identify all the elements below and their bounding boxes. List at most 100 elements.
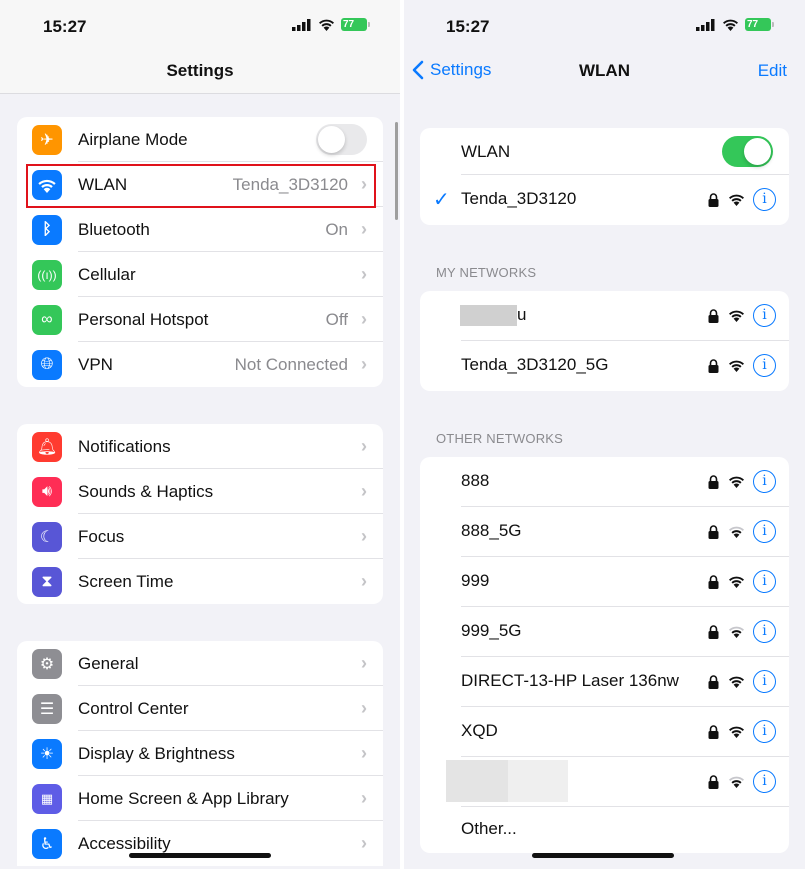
wlan-toggle-group: WLAN ✓ Tenda_3D3120 i	[420, 128, 789, 225]
settings-row-vpn[interactable]: 🌐︎ VPN Not Connected ›	[17, 342, 383, 387]
chevron-right-icon: ›	[361, 571, 367, 591]
app-grid-icon: ▦	[32, 784, 62, 814]
network-row[interactable]: u i	[420, 291, 789, 341]
lock-icon	[708, 675, 719, 694]
lock-icon	[708, 775, 719, 794]
status-icons: 77	[292, 18, 370, 31]
wlan-panel: 15:27 77 Settings WLAN Edit WLAN ✓ Tenda…	[404, 0, 805, 869]
settings-row-sounds-haptics[interactable]: 🔊︎ Sounds & Haptics ›	[17, 469, 383, 514]
row-value: Not Connected	[234, 354, 348, 374]
bell-icon: 🔔︎	[32, 432, 62, 462]
scrollbar[interactable]	[395, 122, 398, 220]
my-networks-group: u i Tenda_3D3120_5G i	[420, 291, 789, 391]
chevron-right-icon: ›	[361, 833, 367, 853]
other-network-row[interactable]: Other...	[420, 807, 789, 853]
speaker-icon: 🔊︎	[32, 477, 62, 507]
wifi-signal-icon	[728, 309, 745, 327]
settings-row-focus[interactable]: ☾ Focus ›	[17, 514, 383, 559]
sun-icon: ☀	[32, 739, 62, 769]
airplane-mode-toggle[interactable]	[316, 124, 367, 155]
battery-icon: 77	[341, 18, 370, 31]
settings-row-general[interactable]: ⚙ General ›	[17, 641, 383, 686]
row-label: Airplane Mode	[78, 129, 188, 149]
edit-button[interactable]: Edit	[758, 61, 787, 81]
settings-panel: 15:27 77 Settings ✈ Airplane Mode WLAN T…	[0, 0, 400, 869]
my-networks-header: MY NETWORKS	[436, 265, 537, 280]
wifi-signal-icon	[728, 475, 745, 493]
connected-network-row[interactable]: ✓ Tenda_3D3120 i	[420, 175, 789, 225]
wlan-toggle-row: WLAN	[420, 128, 789, 175]
status-icons: 77	[696, 18, 774, 31]
battery-icon: 77	[745, 18, 774, 31]
wifi-signal-icon	[728, 775, 745, 793]
info-button[interactable]: i	[753, 470, 776, 493]
wifi-status-icon	[723, 19, 738, 31]
row-label: Control Center	[78, 698, 189, 718]
wlan-toggle[interactable]	[722, 136, 773, 167]
settings-row-display-brightness[interactable]: ☀ Display & Brightness ›	[17, 731, 383, 776]
info-button[interactable]: i	[753, 188, 776, 211]
redacted-block	[446, 760, 508, 802]
settings-row-home-screen[interactable]: ▦ Home Screen & App Library ›	[17, 776, 383, 821]
info-button[interactable]: i	[753, 304, 776, 327]
network-name: XQD	[461, 721, 498, 740]
info-button[interactable]: i	[753, 570, 776, 593]
row-label: Bluetooth	[78, 219, 150, 239]
wifi-signal-icon	[728, 575, 745, 593]
network-row[interactable]: 888_5G i	[420, 507, 789, 557]
wlan-label: WLAN	[461, 142, 511, 161]
notifications-group: 🔔︎ Notifications › 🔊︎ Sounds & Haptics ›…	[17, 424, 383, 604]
home-indicator[interactable]	[129, 853, 271, 858]
checkmark-icon: ✓	[433, 189, 450, 211]
network-row[interactable]: XQD i	[420, 707, 789, 757]
network-row[interactable]: DIRECT-13-HP Laser 136nw i	[420, 657, 789, 707]
network-row[interactable]: Tenda_3D3120_5G i	[420, 341, 789, 391]
network-row[interactable]: 999_5G i	[420, 607, 789, 657]
gear-icon: ⚙	[32, 649, 62, 679]
settings-row-control-center[interactable]: ☰ Control Center ›	[17, 686, 383, 731]
info-button[interactable]: i	[753, 770, 776, 793]
row-label: Notifications	[78, 436, 171, 456]
info-button[interactable]: i	[753, 670, 776, 693]
other-label: Other...	[461, 819, 517, 838]
other-networks-group: 888 i 888_5G i 999 i 999_5G i DIRECT-13-…	[420, 457, 789, 853]
cellular-signal-icon	[696, 18, 715, 31]
lock-icon	[708, 525, 719, 544]
redacted-block	[460, 305, 517, 326]
settings-row-airplane-mode[interactable]: ✈ Airplane Mode	[17, 117, 383, 162]
chevron-right-icon: ›	[361, 743, 367, 763]
info-button[interactable]: i	[753, 620, 776, 643]
row-label: Home Screen & App Library	[78, 788, 289, 808]
chevron-right-icon: ›	[361, 354, 367, 374]
row-label: Cellular	[78, 264, 136, 284]
settings-row-bluetooth[interactable]: ᛒ Bluetooth On ›	[17, 207, 383, 252]
info-button[interactable]: i	[753, 520, 776, 543]
network-name: u	[517, 305, 527, 324]
network-row[interactable]: 888 i	[420, 457, 789, 507]
home-indicator[interactable]	[532, 853, 674, 858]
wifi-signal-icon	[728, 675, 745, 693]
chevron-right-icon: ›	[361, 219, 367, 239]
wifi-signal-icon	[728, 525, 745, 543]
switches-icon: ☰	[32, 694, 62, 724]
wifi-signal-icon	[728, 359, 745, 377]
settings-row-accessibility[interactable]: ♿︎ Accessibility ›	[17, 821, 383, 866]
row-label: Accessibility	[78, 833, 171, 853]
chevron-right-icon: ›	[361, 436, 367, 456]
wifi-status-icon	[319, 19, 334, 31]
info-button[interactable]: i	[753, 354, 776, 377]
status-time: 15:27	[446, 17, 490, 36]
chevron-right-icon: ›	[361, 264, 367, 284]
wlan-highlight-box	[26, 164, 376, 208]
network-row[interactable]: i	[420, 757, 789, 807]
settings-row-notifications[interactable]: 🔔︎ Notifications ›	[17, 424, 383, 469]
settings-row-personal-hotspot[interactable]: ∞ Personal Hotspot Off ›	[17, 297, 383, 342]
settings-row-screen-time[interactable]: ⧗ Screen Time ›	[17, 559, 383, 604]
network-name: 999	[461, 571, 490, 590]
info-button[interactable]: i	[753, 720, 776, 743]
status-bar: 15:27 77	[404, 0, 805, 50]
row-value: Off	[325, 309, 348, 329]
nav-bar: Settings WLAN Edit	[404, 50, 805, 94]
network-row[interactable]: 999 i	[420, 557, 789, 607]
settings-row-cellular[interactable]: ((ı)) Cellular ›	[17, 252, 383, 297]
